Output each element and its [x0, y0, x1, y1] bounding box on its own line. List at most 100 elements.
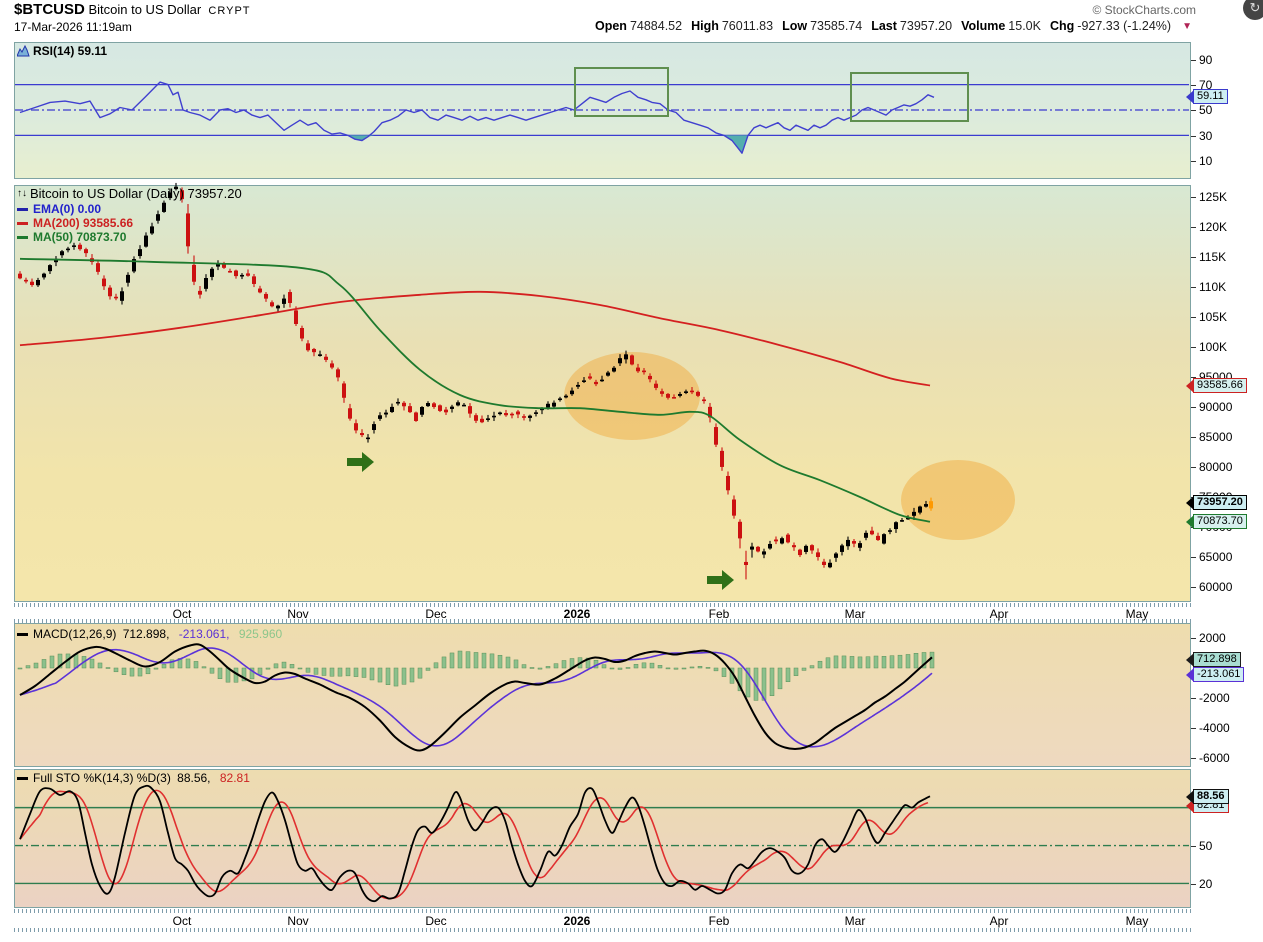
quote-label: Last [871, 19, 897, 33]
macd-panel [14, 623, 1191, 767]
rsi-legend: RSI(14) 59.11 [17, 44, 107, 58]
rsi-panel [14, 42, 1191, 179]
quote-label: Chg [1049, 19, 1075, 33]
quote-item: Open 74884.52 [595, 19, 682, 33]
axis-tick-label: 105K [1199, 310, 1228, 324]
refresh-icon[interactable]: ↻ [1243, 0, 1263, 20]
quote-value: 74884.52 [629, 19, 683, 33]
quote-label: Open [594, 19, 627, 33]
ma200-label: MA(200) 93585.66 [33, 216, 134, 230]
quote-value: 15.0K [1008, 19, 1041, 33]
axis-tick-label: 10 [1199, 154, 1213, 168]
axis-tick [1191, 587, 1196, 588]
updown-arrows-icon: ↑↓ [17, 188, 27, 199]
axis-tick-label: 2000 [1199, 631, 1226, 645]
month-label: 2026 [563, 607, 591, 621]
quote-value: -927.33 (-1.24%) [1077, 19, 1172, 33]
quote-label: Low [782, 19, 808, 33]
macd-label: MACD(12,26,9) [33, 627, 120, 641]
axis-tick-label: 80000 [1199, 460, 1233, 474]
quote-item: High 76011.83 [691, 19, 773, 33]
month-label: Dec [425, 914, 447, 928]
macd-value: 712.898, [122, 627, 170, 641]
price-callout: 73957.20 [1186, 495, 1247, 510]
axis-tick [1191, 407, 1196, 408]
axis-tick [1191, 287, 1196, 288]
rsi-legend-label: RSI(14) 59.11 [33, 44, 108, 58]
price-title-label: Bitcoin to US Dollar (Daily) 73957.20 [30, 186, 242, 201]
axis-tick [1191, 557, 1196, 558]
axis-tick-label: 90000 [1199, 400, 1233, 414]
price-panel [14, 185, 1191, 602]
month-label: Nov [287, 607, 309, 621]
axis-tick-label: 125K [1199, 190, 1228, 204]
axis-tick [1191, 638, 1196, 639]
price-callout: 712.898 [1186, 652, 1241, 667]
axis-tick-label: 50 [1199, 839, 1213, 853]
copyright: © StockCharts.com [1092, 3, 1196, 17]
axis-tick-label: -4000 [1199, 721, 1230, 735]
axis-tick [1191, 136, 1196, 137]
axis-tick-label: -6000 [1199, 751, 1230, 765]
indicator-icon [17, 45, 30, 57]
quote-value: 73957.20 [899, 19, 953, 33]
month-label: Dec [425, 607, 447, 621]
axis-tick-label: 50 [1199, 103, 1213, 117]
ma200-swatch [17, 221, 28, 225]
month-label: Mar [844, 607, 866, 621]
axis-tick [1191, 60, 1196, 61]
axis-tick-label: 110K [1199, 280, 1227, 294]
axis-tick [1191, 698, 1196, 699]
axis-tick-label: -2000 [1199, 691, 1230, 705]
axis-tick [1191, 728, 1196, 729]
axis-tick [1191, 846, 1196, 847]
price-callout: 59.11 [1186, 89, 1228, 104]
change-down-icon: ▼ [1182, 20, 1192, 32]
sto-k-value: 88.56, [177, 771, 211, 785]
price-callout: -213.061 [1185, 667, 1245, 682]
date-axis-ticks-bottom-upper [14, 909, 1191, 913]
month-label: Oct [172, 914, 192, 928]
price-title: ↑↓ Bitcoin to US Dollar (Daily) 73957.20 [17, 186, 242, 201]
quote-item: Chg -927.33 (-1.24%) [1050, 19, 1171, 33]
exchange-tag: CRYPT [208, 5, 251, 17]
stockcharts-chart-page: { "header": { "symbol": "$BTCUSD", "name… [0, 0, 1263, 942]
ema-label: EMA(0) 0.00 [33, 202, 102, 216]
axis-tick [1191, 161, 1196, 162]
ma50-legend: MA(50) 70873.70 [17, 230, 126, 244]
chart-datetime: 17-Mar-2026 11:19am [14, 20, 132, 34]
axis-tick-label: 20 [1199, 877, 1213, 891]
macd-swatch [17, 632, 28, 636]
sto-swatch [17, 776, 28, 780]
axis-tick [1191, 437, 1196, 438]
month-label: Feb [708, 607, 730, 621]
sto-label: Full STO %K(14,3) %D(3) [33, 771, 175, 785]
month-label: Mar [844, 914, 866, 928]
axis-tick-label: 85000 [1199, 430, 1233, 444]
ma50-label: MA(50) 70873.70 [33, 230, 127, 244]
axis-tick [1191, 110, 1196, 111]
date-axis-ticks-bottom-lower [14, 928, 1191, 932]
quote-row: Open 74884.52 High 76011.83 Low 73585.74 Last 7… [595, 19, 1192, 33]
price-callout: 93585.66 [1186, 378, 1247, 393]
ma200-legend: MA(200) 93585.66 [17, 216, 133, 230]
month-label: Nov [287, 914, 309, 928]
quote-value: 73585.74 [810, 19, 863, 33]
macd-hist-value: 925.960 [238, 627, 283, 641]
sto-d-value: 82.81 [219, 771, 250, 785]
axis-tick-label: 65000 [1199, 550, 1233, 564]
axis-tick-label: 30 [1199, 129, 1213, 143]
axis-tick [1191, 347, 1196, 348]
axis-tick-label: 120K [1199, 220, 1228, 234]
axis-tick-label: 115K [1199, 250, 1227, 264]
month-label: 2026 [563, 914, 591, 928]
symbol-name: Bitcoin to US Dollar [88, 2, 202, 17]
chart-header: $BTCUSD Bitcoin to US Dollar CRYPT [14, 1, 251, 18]
macd-signal-value: -213.061, [178, 627, 230, 641]
month-label: May [1125, 914, 1149, 928]
axis-tick [1191, 227, 1196, 228]
month-label: Oct [172, 607, 192, 621]
axis-tick-label: 90 [1199, 53, 1213, 67]
axis-tick [1191, 257, 1196, 258]
ma50-swatch [17, 235, 28, 239]
